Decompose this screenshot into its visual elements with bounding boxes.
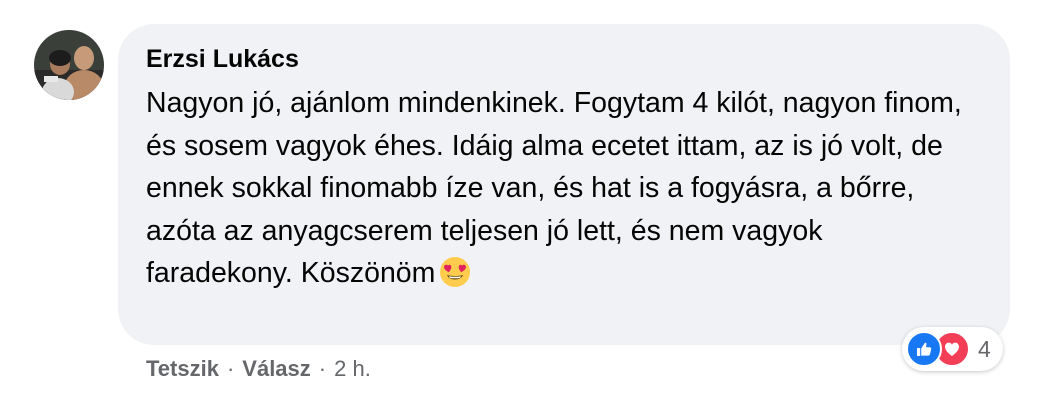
like-button[interactable]: Tetszik: [146, 356, 219, 381]
reactions-summary[interactable]: 4: [902, 327, 1003, 371]
like-icon: [906, 331, 942, 367]
comment-author[interactable]: Erzsi Lukács: [146, 44, 299, 74]
separator: ·: [226, 356, 235, 381]
avatar-photo: [34, 30, 104, 100]
heart-eyes-emoji-icon: [439, 256, 471, 301]
comment-bubble: Erzsi Lukács Nagyon jó, ajánlom mindenki…: [118, 24, 1010, 345]
timestamp[interactable]: 2 h.: [334, 356, 371, 381]
comment-text: Nagyon jó, ajánlom mindenkinek. Fogytam …: [146, 87, 962, 289]
separator: ·: [318, 356, 327, 381]
avatar[interactable]: [34, 30, 104, 100]
comment-actions: Tetszik · Válasz · 2 h.: [146, 355, 371, 383]
reaction-count: 4: [978, 335, 991, 362]
reply-button[interactable]: Válasz: [242, 356, 311, 381]
comment-body: Nagyon jó, ajánlom mindenkinek. Fogytam …: [146, 82, 966, 301]
